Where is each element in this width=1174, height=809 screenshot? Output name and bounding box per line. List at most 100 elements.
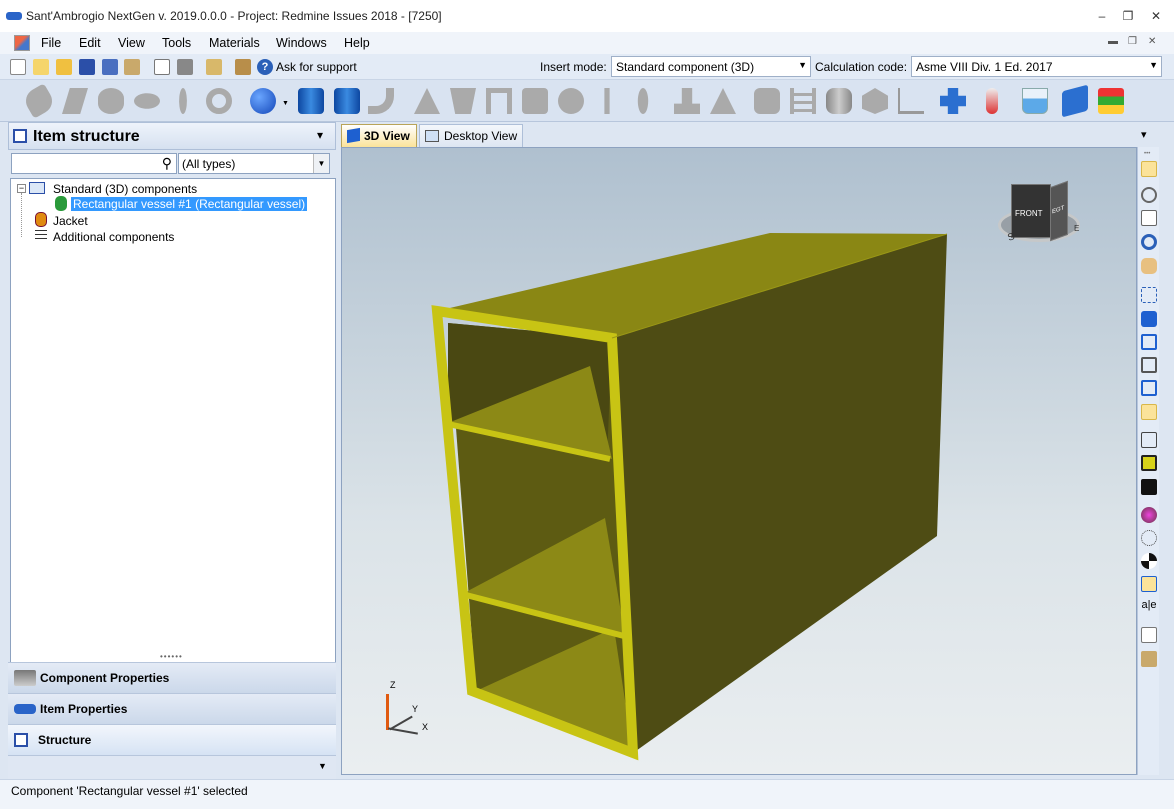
splitter-grip[interactable]: •••••• — [160, 652, 183, 661]
shaded-icon[interactable] — [1141, 455, 1157, 471]
tab-component-properties[interactable]: Component Properties — [8, 662, 336, 693]
document-icon[interactable] — [14, 35, 30, 51]
calendar-icon[interactable] — [206, 59, 222, 75]
tree-item-standard[interactable]: Standard (3D) components — [53, 182, 197, 196]
zoom-icon[interactable] — [1141, 187, 1157, 203]
open-search-icon[interactable] — [33, 59, 49, 75]
skirt-icon[interactable] — [754, 88, 780, 114]
ask-support-link[interactable]: Ask for support — [276, 60, 357, 74]
sphere-icon[interactable] — [250, 88, 276, 114]
3d-viewport[interactable]: FRONT EGT S E Z Y X — [341, 147, 1137, 775]
ellipse-icon[interactable] — [129, 90, 165, 112]
tank-icon[interactable] — [826, 88, 852, 114]
pan-icon[interactable] — [1141, 258, 1157, 274]
save-all-icon[interactable] — [102, 59, 118, 75]
tree-item-additional[interactable]: Additional components — [53, 230, 174, 244]
collapse-icon[interactable]: − — [17, 184, 26, 193]
insert-mode-select[interactable]: Standard component (3D) ▼ — [611, 56, 811, 77]
calc-code-label: Calculation code: — [815, 60, 908, 74]
box-icon[interactable] — [862, 88, 888, 114]
section-icon[interactable] — [1141, 507, 1157, 523]
bellows-icon[interactable] — [898, 88, 924, 114]
saddle-icon[interactable] — [450, 88, 476, 114]
menu-materials[interactable]: Materials — [209, 36, 260, 50]
elbow-icon[interactable] — [368, 88, 394, 114]
head-icon[interactable] — [98, 88, 124, 114]
type-filter-select[interactable]: (All types) ▼ — [178, 153, 330, 174]
ring-icon[interactable] — [206, 88, 232, 114]
calc-code-select[interactable]: Asme VIII Div. 1 Ed. 2017 ▼ — [911, 56, 1162, 77]
lug-icon[interactable] — [522, 88, 548, 114]
book-icon[interactable] — [1062, 84, 1088, 118]
thermometer-icon[interactable] — [986, 88, 998, 114]
dimension-icon[interactable]: a|e — [1141, 599, 1157, 615]
search-icon[interactable]: ⚲ — [162, 155, 172, 172]
save-icon[interactable] — [79, 59, 95, 75]
print-preview-icon[interactable] — [154, 59, 170, 75]
tab-desktop-view[interactable]: Desktop View — [419, 124, 523, 147]
cylinder-icon[interactable] — [21, 83, 57, 119]
water-level-icon[interactable] — [1141, 576, 1157, 592]
view-cube-side[interactable]: EGT — [1050, 180, 1068, 242]
fluid-icon[interactable] — [1022, 88, 1048, 114]
plate-icon[interactable] — [604, 88, 610, 114]
menu-edit[interactable]: Edit — [79, 36, 101, 50]
flange-icon[interactable] — [558, 88, 584, 114]
minimize-button[interactable]: – — [1092, 6, 1112, 26]
open-icon[interactable] — [56, 59, 72, 75]
nozzle-flange-icon[interactable] — [334, 88, 360, 114]
tab-3d-view[interactable]: 3D View — [341, 124, 417, 147]
flat-head-icon[interactable] — [178, 84, 188, 118]
filter-input[interactable]: ⚲ — [11, 153, 177, 174]
side-view-icon[interactable] — [1141, 357, 1157, 373]
view-menu-icon[interactable]: ▾ — [1141, 128, 1147, 141]
fit-icon[interactable] — [1141, 287, 1157, 303]
top-view-icon[interactable] — [1141, 380, 1157, 396]
tab-item-properties[interactable]: Item Properties — [8, 693, 336, 724]
mdi-min-icon[interactable]: ▬ — [1108, 36, 1118, 47]
mdi-restore-icon[interactable]: ❐ — [1128, 36, 1137, 47]
ladder-icon[interactable] — [790, 88, 816, 114]
base-ring-icon[interactable] — [674, 88, 700, 114]
help-icon[interactable]: ? — [257, 59, 273, 75]
center-icon[interactable] — [1141, 553, 1157, 569]
menu-file[interactable]: File — [41, 36, 61, 50]
tree-item-jacket[interactable]: Jacket — [53, 214, 88, 228]
dropdown-arrow-icon[interactable]: ▼ — [282, 100, 289, 107]
zoom-box-icon[interactable] — [1141, 210, 1157, 226]
pointer-icon[interactable] — [1141, 161, 1157, 177]
chevron-down-icon[interactable]: ▼ — [318, 761, 327, 771]
menu-windows[interactable]: Windows — [276, 36, 327, 50]
restore-button[interactable]: ❐ — [1118, 6, 1138, 26]
rotate-icon[interactable] — [1141, 234, 1157, 250]
tab-structure[interactable]: Structure — [8, 724, 336, 755]
print-icon[interactable] — [177, 59, 193, 75]
tools-icon[interactable] — [235, 59, 251, 75]
report-icon[interactable] — [1141, 627, 1157, 643]
nozzle-icon[interactable] — [298, 88, 324, 114]
view-cube-front[interactable]: FRONT — [1011, 184, 1051, 238]
menu-view[interactable]: View — [118, 36, 145, 50]
front-view-icon[interactable] — [1141, 334, 1157, 350]
wireframe-icon[interactable] — [1141, 432, 1157, 448]
pane-menu-icon[interactable]: ▾ — [317, 128, 323, 142]
bracket-icon[interactable] — [710, 88, 736, 114]
solid-icon[interactable] — [1141, 479, 1157, 495]
support-icon[interactable] — [414, 88, 440, 114]
leg-icon[interactable] — [486, 88, 512, 114]
books-icon[interactable] — [1098, 88, 1124, 114]
menu-help[interactable]: Help — [344, 36, 370, 50]
menu-tools[interactable]: Tools — [162, 36, 191, 50]
new-icon[interactable] — [10, 59, 26, 75]
tree-item-vessel[interactable]: Rectangular vessel #1 (Rectangular vesse… — [69, 196, 309, 212]
iso-view-icon[interactable] — [1141, 311, 1157, 327]
puzzle-icon[interactable] — [940, 88, 966, 114]
properties-icon[interactable] — [124, 59, 140, 75]
settings-icon[interactable] — [1141, 651, 1157, 667]
close-button[interactable]: ✕ — [1146, 6, 1166, 26]
cone-icon[interactable] — [62, 88, 88, 114]
explode-icon[interactable] — [1141, 530, 1157, 546]
mdi-close-icon[interactable]: ✕ — [1148, 36, 1156, 47]
disc-icon[interactable] — [637, 88, 649, 114]
perspective-icon[interactable] — [1141, 404, 1157, 420]
